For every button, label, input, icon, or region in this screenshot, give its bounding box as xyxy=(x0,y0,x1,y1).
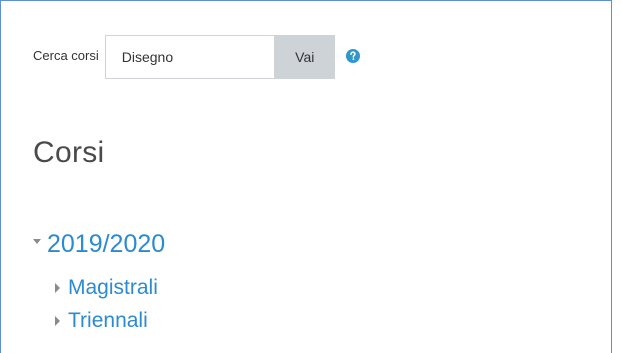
caret-right-icon xyxy=(55,282,60,293)
category-triennali[interactable]: Triennali xyxy=(55,304,165,337)
page-title: Corsi xyxy=(33,136,105,169)
caret-right-icon xyxy=(55,315,60,326)
search-submit-button[interactable]: Vai xyxy=(274,35,335,79)
category-label: Triennali xyxy=(68,308,148,332)
search-label: Cerca corsi xyxy=(33,47,99,63)
category-label: 2019/2020 xyxy=(47,229,166,258)
category-magistrali[interactable]: Magistrali xyxy=(55,271,165,304)
course-search-input[interactable] xyxy=(104,35,275,79)
course-category-tree: 2019/2020 Magistrali Triennali xyxy=(33,225,165,337)
caret-down-icon xyxy=(33,238,41,244)
category-2019-2020[interactable]: 2019/2020 xyxy=(33,225,165,263)
category-label: Magistrali xyxy=(68,275,158,299)
question-circle-icon[interactable] xyxy=(345,49,360,63)
course-search-form: Cerca corsi Vai xyxy=(33,34,360,80)
